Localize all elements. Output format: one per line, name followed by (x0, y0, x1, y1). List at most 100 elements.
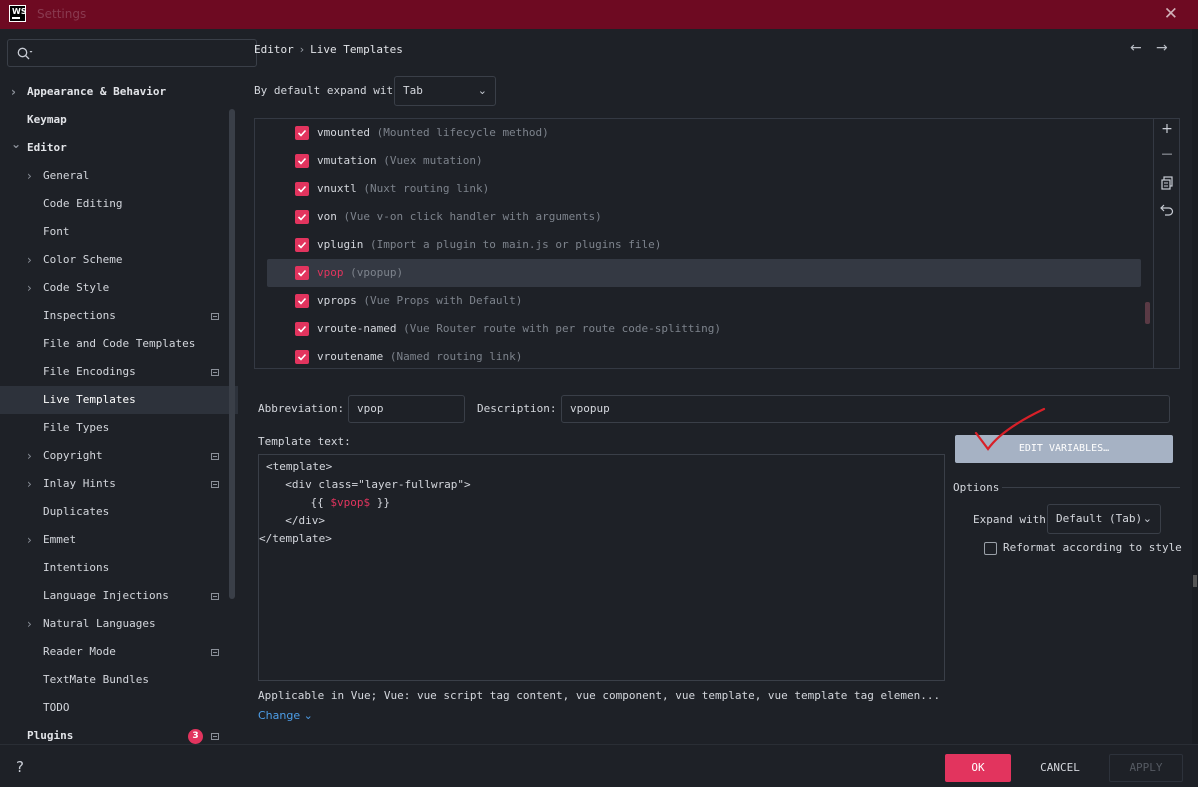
template-checkbox[interactable] (295, 266, 309, 280)
template-row-vroute-named[interactable]: vroute-named (Vue Router route with per … (255, 315, 1153, 343)
chevron-right-icon[interactable]: › (27, 162, 32, 190)
search-input[interactable] (38, 44, 253, 62)
template-checkbox[interactable] (295, 350, 309, 364)
sidebar-item-file-and-code-templates[interactable]: File and Code Templates (0, 330, 238, 358)
sidebar-item-inlay-hints[interactable]: › Inlay Hints (0, 470, 238, 498)
settings-search[interactable] (7, 39, 257, 67)
reformat-checkbox[interactable] (984, 542, 997, 555)
template-row-vnuxtl[interactable]: vnuxtl (Nuxt routing link) (255, 175, 1153, 203)
template-description: (Vuex mutation) (383, 154, 483, 167)
project-settings-icon (211, 313, 219, 320)
sidebar-item-general[interactable]: › General (0, 162, 238, 190)
red-checkmark-annotation-icon (974, 407, 1046, 451)
close-icon[interactable]: ✕ (1164, 4, 1178, 24)
checkmark-icon (297, 213, 307, 221)
description-field[interactable]: vpopup (561, 395, 1170, 423)
template-row-vmutation[interactable]: vmutation (Vuex mutation) (255, 147, 1153, 175)
template-row-vprops[interactable]: vprops (Vue Props with Default) (255, 287, 1153, 315)
chevron-right-icon[interactable]: › (27, 274, 32, 302)
sidebar-item-textmate-bundles[interactable]: TextMate Bundles (0, 666, 238, 694)
code-line: </template> (259, 530, 944, 548)
cancel-button[interactable]: CANCEL (1027, 754, 1093, 782)
default-expand-select[interactable]: Tab ⌄ (394, 76, 496, 106)
sidebar-item-font[interactable]: Font (0, 218, 238, 246)
sidebar-item-label: Color Scheme (43, 253, 123, 266)
breadcrumb: Editor › Live Templates (254, 43, 403, 56)
webstorm-logo-icon: WS (9, 5, 27, 22)
chevron-down-icon[interactable]: ⌄ (11, 130, 21, 158)
forward-arrow-icon[interactable]: → (1156, 40, 1168, 56)
code-text: <div class="layer-fullwrap"> (272, 478, 471, 491)
project-settings-icon (211, 453, 219, 460)
sidebar-item-label: Natural Languages (43, 617, 156, 630)
chevron-right-icon[interactable]: › (11, 78, 16, 106)
sidebar-scrollbar[interactable] (229, 109, 235, 599)
copy-icon[interactable] (1159, 176, 1175, 190)
template-text-editor[interactable]: <template> <div class="layer-fullwrap"> … (258, 454, 945, 681)
project-settings-icon (211, 593, 219, 600)
change-context-link[interactable]: Change ⌄ (258, 709, 313, 722)
template-row-vroutename[interactable]: vroutename (Named routing link) (255, 343, 1153, 368)
checkmark-icon (297, 353, 307, 361)
sidebar-item-intentions[interactable]: Intentions (0, 554, 238, 582)
sidebar-item-code-editing[interactable]: Code Editing (0, 190, 238, 218)
sidebar-item-natural-languages[interactable]: › Natural Languages (0, 610, 238, 638)
template-description: (vpopup) (350, 266, 404, 279)
sidebar-item-language-injections[interactable]: Language Injections (0, 582, 238, 610)
sidebar-item-inspections[interactable]: Inspections (0, 302, 238, 330)
template-checkbox[interactable] (295, 238, 309, 252)
chevron-right-icon[interactable]: › (27, 442, 32, 470)
chevron-right-icon[interactable]: › (27, 526, 32, 554)
template-abbreviation: von (317, 210, 337, 223)
sidebar-item-label: Keymap (27, 113, 67, 126)
template-checkbox[interactable] (295, 322, 309, 336)
template-row-vmounted[interactable]: vmounted (Mounted lifecycle method) (255, 119, 1153, 147)
expand-with-select[interactable]: Default (Tab) ⌄ (1047, 504, 1161, 534)
sidebar-item-emmet[interactable]: › Emmet (0, 526, 238, 554)
template-checkbox[interactable] (295, 154, 309, 168)
template-row-vplugin[interactable]: vplugin (Import a plugin to main.js or p… (255, 231, 1153, 259)
apply-button[interactable]: APPLY (1109, 754, 1183, 782)
breadcrumb-parent[interactable]: Editor (254, 43, 294, 56)
chevron-right-icon[interactable]: › (27, 610, 32, 638)
sidebar-item-file-encodings[interactable]: File Encodings (0, 358, 238, 386)
sidebar-item-color-scheme[interactable]: › Color Scheme (0, 246, 238, 274)
sidebar-item-label: Duplicates (43, 505, 110, 518)
template-row-von[interactable]: von (Vue v-on click handler with argumen… (255, 203, 1153, 231)
sidebar-item-todo[interactable]: TODO (0, 694, 238, 722)
abbreviation-field[interactable]: vpop (348, 395, 465, 423)
code-line: <template> (259, 458, 944, 476)
back-arrow-icon[interactable]: ← (1130, 40, 1142, 56)
templates-scrollbar[interactable] (1145, 302, 1150, 324)
sidebar-item-file-types[interactable]: File Types (0, 414, 238, 442)
sidebar-item-label: File Encodings (43, 365, 136, 378)
sidebar-item-copyright[interactable]: › Copyright (0, 442, 238, 470)
sidebar-item-reader-mode[interactable]: Reader Mode (0, 638, 238, 666)
settings-sidebar: › Appearance & Behavior Keymap ⌄ Editor › Gene… (0, 29, 257, 744)
template-checkbox[interactable] (295, 126, 309, 140)
search-icon (17, 47, 33, 60)
help-icon[interactable]: ? (16, 758, 24, 776)
sidebar-item-appearance-behavior[interactable]: › Appearance & Behavior (0, 78, 238, 106)
template-row-vpop[interactable]: vpop (vpopup) (267, 259, 1141, 287)
undo-icon[interactable] (1159, 202, 1175, 216)
ok-button[interactable]: OK (945, 754, 1011, 782)
sidebar-item-live-templates[interactable]: Live Templates (0, 386, 238, 414)
sidebar-item-editor[interactable]: ⌄ Editor (0, 134, 238, 162)
chevron-right-icon[interactable]: › (27, 246, 32, 274)
sidebar-item-keymap[interactable]: Keymap (0, 106, 238, 134)
add-icon[interactable]: + (1159, 121, 1175, 137)
sidebar-item-label: Reader Mode (43, 645, 116, 658)
breadcrumb-current: Live Templates (310, 43, 403, 56)
sidebar-item-code-style[interactable]: › Code Style (0, 274, 238, 302)
remove-icon[interactable]: — (1159, 147, 1175, 160)
sidebar-item-label: Appearance & Behavior (27, 85, 167, 98)
template-abbreviation: vprops (317, 294, 357, 307)
checkmark-icon (297, 185, 307, 193)
chevron-right-icon[interactable]: › (27, 470, 32, 498)
sidebar-item-duplicates[interactable]: Duplicates (0, 498, 238, 526)
template-checkbox[interactable] (295, 294, 309, 308)
template-checkbox[interactable] (295, 182, 309, 196)
code-line: {{ $vpop$ }} (259, 494, 944, 512)
template-checkbox[interactable] (295, 210, 309, 224)
